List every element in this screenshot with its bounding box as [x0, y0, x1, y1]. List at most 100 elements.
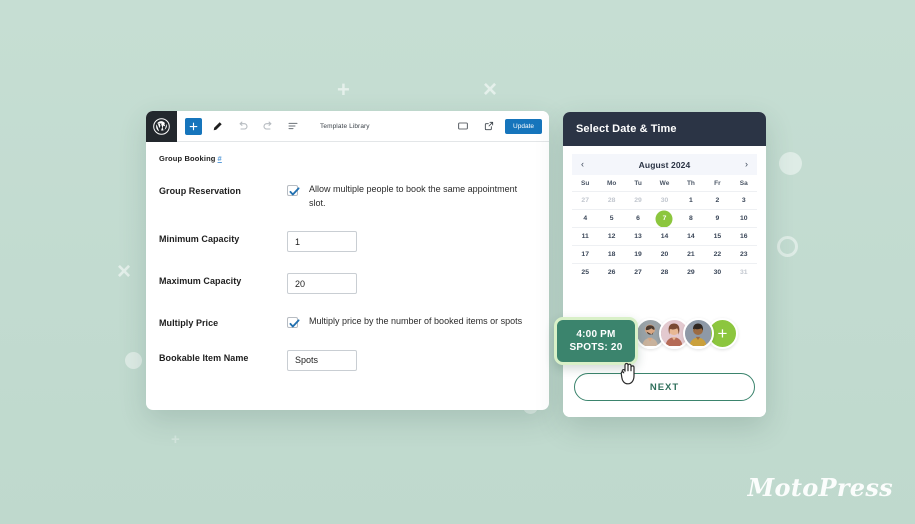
- minimum-capacity-input[interactable]: [287, 231, 357, 252]
- calendar-day[interactable]: 14: [651, 227, 678, 245]
- calendar-weekday: Tu: [634, 180, 642, 187]
- calendar-day-number: 13: [634, 233, 642, 240]
- pencil-icon[interactable]: [208, 117, 227, 136]
- calendar-day[interactable]: 15: [704, 227, 731, 245]
- calendar-day[interactable]: 9: [704, 209, 731, 227]
- calendar-day[interactable]: 16: [730, 227, 757, 245]
- section-anchor-link[interactable]: #: [218, 154, 222, 163]
- undo-icon[interactable]: [233, 117, 252, 136]
- calendar-day[interactable]: 20: [651, 245, 678, 263]
- avatar[interactable]: [683, 318, 714, 349]
- next-button[interactable]: NEXT: [574, 373, 755, 401]
- calendar-day[interactable]: 31: [730, 263, 757, 281]
- calendar-day-number: 14: [660, 233, 669, 240]
- calendar-day-number: 22: [713, 251, 722, 258]
- calendar-day-number: 29: [687, 269, 695, 276]
- calendar-day[interactable]: 28: [598, 191, 625, 209]
- section-heading-text: Group Booking: [159, 154, 216, 163]
- calendar-day-number: 6: [636, 215, 640, 222]
- calendar-day[interactable]: 17: [572, 245, 599, 263]
- calendar-day[interactable]: 29: [624, 191, 652, 209]
- calendar-day[interactable]: 13: [624, 227, 652, 245]
- field-label: Maximum Capacity: [159, 276, 242, 286]
- calendar-day[interactable]: 11: [572, 227, 599, 245]
- calendar-day-number: 8: [689, 215, 693, 222]
- calendar-day[interactable]: 3: [730, 191, 757, 209]
- field-label: Minimum Capacity: [159, 234, 240, 244]
- maximum-capacity-input[interactable]: [287, 273, 357, 294]
- time-slot-time: 4:00 PM: [576, 329, 616, 340]
- field-label: Group Reservation: [159, 186, 241, 196]
- motopress-logo: MotoPress: [747, 473, 893, 502]
- calendar-day[interactable]: 21: [677, 245, 705, 263]
- calendar-day[interactable]: 22: [704, 245, 731, 263]
- calendar-day-number: 25: [581, 269, 589, 276]
- deco-x-left: ×: [117, 258, 132, 285]
- deco-dot-right: [779, 152, 802, 175]
- calendar-day[interactable]: 2: [704, 191, 731, 209]
- calendar-day-selected[interactable]: 7: [651, 209, 678, 227]
- calendar-day-grid: 27 28 29 30 1 2 3 4 5 6 7 8 9 10 11 12 13 14 14 15 16 17 18 19 2…: [572, 191, 757, 281]
- calendar-weekday: Sa: [739, 180, 748, 187]
- field-bookable-item-name: Bookable Item Name: [159, 349, 536, 371]
- calendar-day[interactable]: 19: [624, 245, 652, 263]
- bookable-item-name-input[interactable]: [287, 349, 357, 371]
- multiply-price-checkbox[interactable]: [287, 317, 300, 328]
- booking-widget-card: Select Date & Time ‹ August 2024 › Su Mo…: [554, 112, 766, 417]
- calendar-day-number: 20: [660, 251, 669, 258]
- calendar-day[interactable]: 25: [572, 263, 599, 281]
- calendar-day[interactable]: 12: [598, 227, 625, 245]
- calendar-day[interactable]: 5: [598, 209, 625, 227]
- add-block-button[interactable]: [185, 117, 202, 135]
- calendar-day-number: 15: [713, 233, 722, 240]
- deco-x-top-right: ×: [483, 76, 498, 103]
- calendar-day[interactable]: 28: [651, 263, 678, 281]
- calendar-day[interactable]: 30: [651, 191, 678, 209]
- calendar-weekday: Su: [581, 180, 590, 187]
- editor-body: Group Booking # Group Reservation Allow m…: [146, 142, 549, 371]
- calendar-weekday: Th: [686, 180, 695, 187]
- calendar-day[interactable]: 1: [677, 191, 705, 209]
- calendar-prev-icon[interactable]: ‹: [579, 159, 586, 170]
- calendar-weekday: Mo: [606, 180, 617, 187]
- calendar-day[interactable]: 10: [730, 209, 757, 227]
- update-button[interactable]: Update: [505, 118, 542, 134]
- calendar-next-icon[interactable]: ›: [743, 159, 750, 170]
- calendar-day[interactable]: 18: [598, 245, 625, 263]
- calendar-day-number: 3: [741, 197, 746, 204]
- calendar-day[interactable]: 8: [677, 209, 705, 227]
- calendar-day[interactable]: 6: [624, 209, 652, 227]
- group-reservation-checkbox[interactable]: [287, 185, 300, 196]
- calendar-day[interactable]: 29: [677, 263, 705, 281]
- calendar-day-number: 30: [713, 269, 722, 276]
- calendar-day[interactable]: 30: [704, 263, 731, 281]
- calendar-day-number: 14: [687, 233, 695, 240]
- template-library-label[interactable]: Template Library: [320, 123, 370, 130]
- redo-icon[interactable]: [258, 117, 277, 136]
- section-heading: Group Booking #: [159, 154, 536, 163]
- calendar-day-number: 30: [660, 197, 669, 204]
- booking-header: Select Date & Time: [563, 112, 766, 146]
- calendar-day[interactable]: 27: [572, 191, 599, 209]
- field-minimum-capacity: Minimum Capacity: [159, 231, 536, 252]
- calendar-day[interactable]: 23: [730, 245, 757, 263]
- editor-toolbar: Template Library Update: [146, 111, 549, 142]
- calendar-day[interactable]: 4: [572, 209, 599, 227]
- calendar-day-number: 9: [715, 215, 720, 222]
- deco-plus-top: +: [337, 77, 350, 102]
- attendee-avatars: +: [635, 318, 738, 349]
- calendar-day-number: 10: [740, 215, 748, 222]
- external-link-icon[interactable]: [479, 117, 498, 136]
- calendar-day-number: 28: [660, 269, 669, 276]
- calendar-day[interactable]: 14: [677, 227, 705, 245]
- wordpress-logo[interactable]: [146, 111, 177, 142]
- calendar-day-number: 18: [607, 251, 616, 258]
- calendar-day[interactable]: 26: [598, 263, 625, 281]
- field-multiply-price: Multiply Price Multiply price by the num…: [159, 315, 536, 329]
- calendar-day-number: 1: [689, 197, 693, 204]
- list-view-icon[interactable]: [283, 117, 302, 136]
- calendar-day-number: 28: [607, 197, 616, 204]
- calendar-day[interactable]: 27: [624, 263, 652, 281]
- time-slot-pill[interactable]: 4:00 PM SPOTS: 20: [554, 317, 638, 385]
- desktop-icon[interactable]: [453, 117, 472, 136]
